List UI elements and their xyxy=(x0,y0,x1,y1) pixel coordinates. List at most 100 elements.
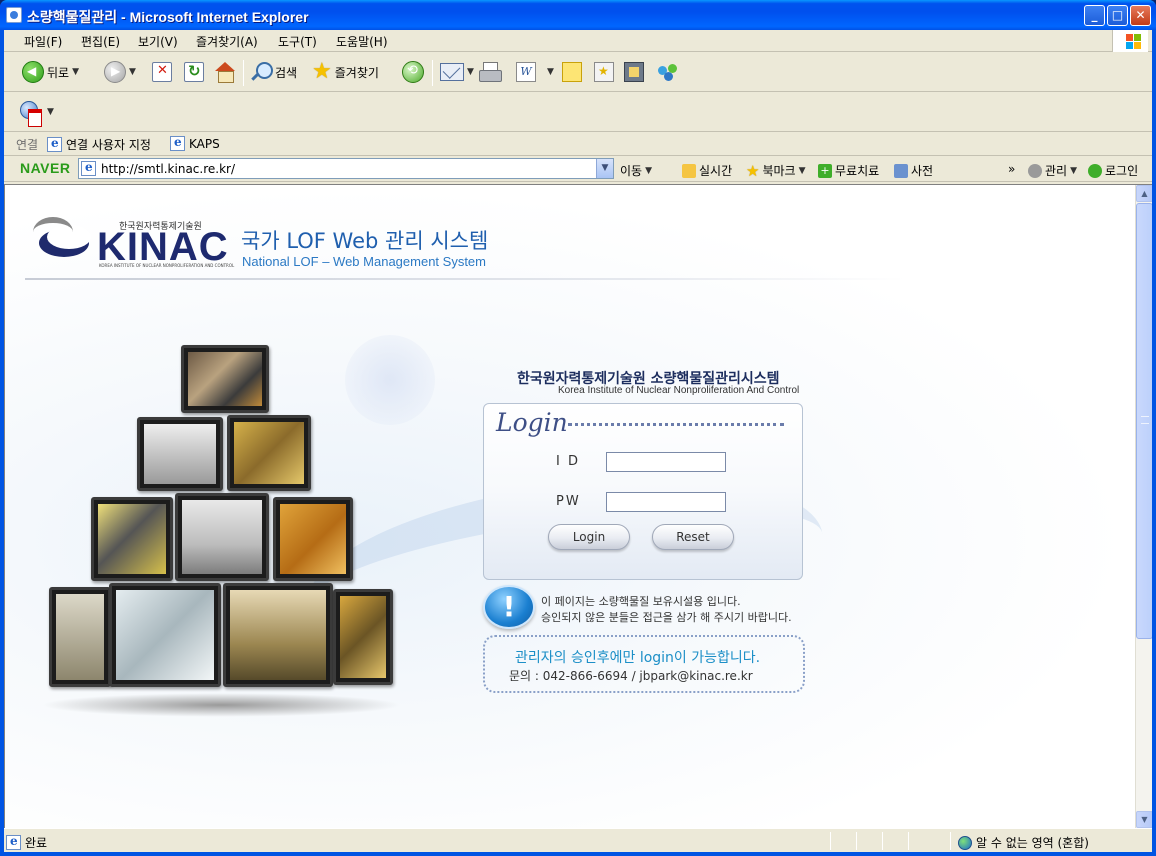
window-title: 소량핵물질관리 - Microsoft Internet Explorer xyxy=(27,9,309,25)
messenger-button[interactable] xyxy=(656,60,680,84)
star-icon: ★ xyxy=(746,161,760,180)
more-chevron-icon[interactable]: » xyxy=(1008,162,1015,176)
page-content: 한국원자력통제기술원 KINAC KOREA INSTITUTE OF NUCL… xyxy=(5,185,1133,828)
password-input[interactable] xyxy=(606,492,726,512)
back-button[interactable]: 뒤로 ▼ xyxy=(22,60,79,84)
print-button[interactable] xyxy=(478,60,502,84)
reset-button[interactable]: Reset xyxy=(652,524,734,550)
status-divider xyxy=(830,832,831,850)
manage-button[interactable]: 관리 ▼ xyxy=(1028,162,1077,179)
chevron-down-icon[interactable]: ▼ xyxy=(467,67,474,77)
contact-panel: 관리자의 승인후에만 login이 가능합니다. 문의 : 042-866-66… xyxy=(483,635,805,693)
realtime-button[interactable]: 실시간 xyxy=(682,162,732,179)
bookmark-button[interactable] xyxy=(594,60,614,84)
home-button[interactable] xyxy=(214,60,236,84)
realtime-label: 실시간 xyxy=(699,164,733,178)
word-edit-icon: W xyxy=(516,62,536,82)
search-icon xyxy=(250,61,273,83)
forward-button[interactable]: ▼ xyxy=(104,60,136,84)
windows-logo-icon xyxy=(1112,30,1148,52)
notice-line-1: 이 페이지는 소량핵물질 보유시설용 입니다. xyxy=(541,595,741,608)
exclamation-icon: ! xyxy=(483,585,535,629)
menu-file[interactable]: 파일(F) xyxy=(24,33,62,50)
chevron-down-icon[interactable]: ▼ xyxy=(645,166,652,176)
security-zone[interactable]: 알 수 없는 영역 (혼합) xyxy=(958,834,1089,851)
decorative-bubble xyxy=(345,335,435,425)
ie-page-icon xyxy=(47,136,62,152)
monitor-row2-left xyxy=(137,417,223,491)
chevron-down-icon[interactable]: ▼ xyxy=(547,67,554,77)
url-input[interactable] xyxy=(101,160,591,177)
naver-logo[interactable]: NAVER xyxy=(20,160,70,176)
toolbar-divider xyxy=(432,60,433,86)
refresh-button[interactable] xyxy=(184,60,204,84)
menu-view[interactable]: 보기(V) xyxy=(138,33,178,50)
chevron-down-icon[interactable]: ▼ xyxy=(47,107,54,117)
media-icon xyxy=(624,62,644,82)
history-button[interactable] xyxy=(402,60,424,84)
monitor-top xyxy=(181,345,269,413)
dictionary-icon xyxy=(894,163,908,178)
bookmark-label: 북마크 xyxy=(762,164,796,178)
id-input[interactable] xyxy=(606,452,726,472)
minimize-button[interactable]: _ xyxy=(1084,5,1105,26)
home-icon xyxy=(214,62,236,83)
bookmark-menu[interactable]: ★ 북마크 ▼ xyxy=(746,162,806,179)
free-treatment-button[interactable]: + 무료치료 xyxy=(818,162,879,179)
login-button[interactable]: Login xyxy=(548,524,630,550)
manage-label: 관리 xyxy=(1045,164,1068,178)
pdf-convert-button[interactable]: ▼ xyxy=(20,100,54,127)
approval-notice: 관리자의 승인후에만 login이 가능합니다. xyxy=(515,650,761,666)
plus-icon: + xyxy=(818,163,832,178)
status-divider xyxy=(856,832,857,850)
search-label: 검색 xyxy=(275,65,298,80)
stop-button[interactable] xyxy=(152,60,172,84)
vertical-scrollbar[interactable]: ▲ ▼ xyxy=(1135,185,1152,828)
address-field[interactable]: ▼ xyxy=(78,158,614,179)
refresh-icon xyxy=(184,62,204,82)
edit-button[interactable]: W ▼ xyxy=(516,60,554,84)
menu-help[interactable]: 도움말(H) xyxy=(336,33,388,50)
page-viewport: 한국원자력통제기술원 KINAC KOREA INSTITUTE OF NUCL… xyxy=(4,184,1152,828)
menu-tools[interactable]: 도구(T) xyxy=(278,33,317,50)
back-label: 뒤로 xyxy=(47,65,70,80)
chevron-down-icon[interactable]: ▼ xyxy=(1070,166,1077,176)
link-customize[interactable]: 연결 사용자 지정 xyxy=(47,136,151,153)
close-button[interactable]: ✕ xyxy=(1130,5,1151,26)
search-button[interactable]: 검색 xyxy=(250,60,297,84)
status-message: 완료 xyxy=(6,834,47,851)
ie-app-icon[interactable] xyxy=(6,7,22,23)
address-bar: NAVER ▼ 이동 ▼ 실시간 ★ 북마크 ▼ + 무료치료 xyxy=(4,156,1152,182)
login-toolbar-button[interactable]: 로그인 xyxy=(1088,162,1138,179)
scroll-thumb[interactable] xyxy=(1136,203,1152,639)
menu-edit[interactable]: 편집(E) xyxy=(81,33,120,50)
free-treatment-label: 무료치료 xyxy=(835,164,880,178)
zone-text: 알 수 없는 영역 (혼합) xyxy=(976,836,1089,850)
bookmark-star-icon xyxy=(594,62,614,82)
monitor-row3-3 xyxy=(273,497,353,581)
ie-page-icon xyxy=(81,160,96,176)
dictionary-button[interactable]: 사전 xyxy=(894,162,933,179)
messenger-icon xyxy=(656,62,680,82)
scroll-up-icon[interactable]: ▲ xyxy=(1136,185,1152,202)
maximize-button[interactable]: □ xyxy=(1107,5,1128,26)
mail-button[interactable]: ▼ xyxy=(440,60,474,84)
chevron-down-icon[interactable]: ▼ xyxy=(799,166,806,176)
chevron-down-icon[interactable]: ▼ xyxy=(72,67,79,77)
scroll-down-icon[interactable]: ▼ xyxy=(1136,811,1152,828)
monitor-row3-1 xyxy=(91,497,173,581)
go-button[interactable]: 이동 ▼ xyxy=(620,162,652,179)
link-kaps[interactable]: KAPS xyxy=(170,135,220,151)
toolbar-divider xyxy=(243,60,244,86)
menu-favorites[interactable]: 즐겨찾기(A) xyxy=(196,33,258,50)
stop-icon xyxy=(152,62,172,82)
discuss-button[interactable] xyxy=(562,60,582,84)
media-button[interactable] xyxy=(624,60,644,84)
chevron-down-icon[interactable]: ▼ xyxy=(596,159,613,178)
ie-page-icon xyxy=(170,135,185,151)
gear-icon xyxy=(1028,163,1042,178)
links-bar: 연결 연결 사용자 지정 KAPS xyxy=(4,132,1152,156)
chevron-down-icon[interactable]: ▼ xyxy=(129,67,136,77)
system-title: 국가 LOF Web 관리 시스템 xyxy=(241,229,489,253)
favorites-button[interactable]: ★ 즐겨찾기 xyxy=(312,60,379,84)
